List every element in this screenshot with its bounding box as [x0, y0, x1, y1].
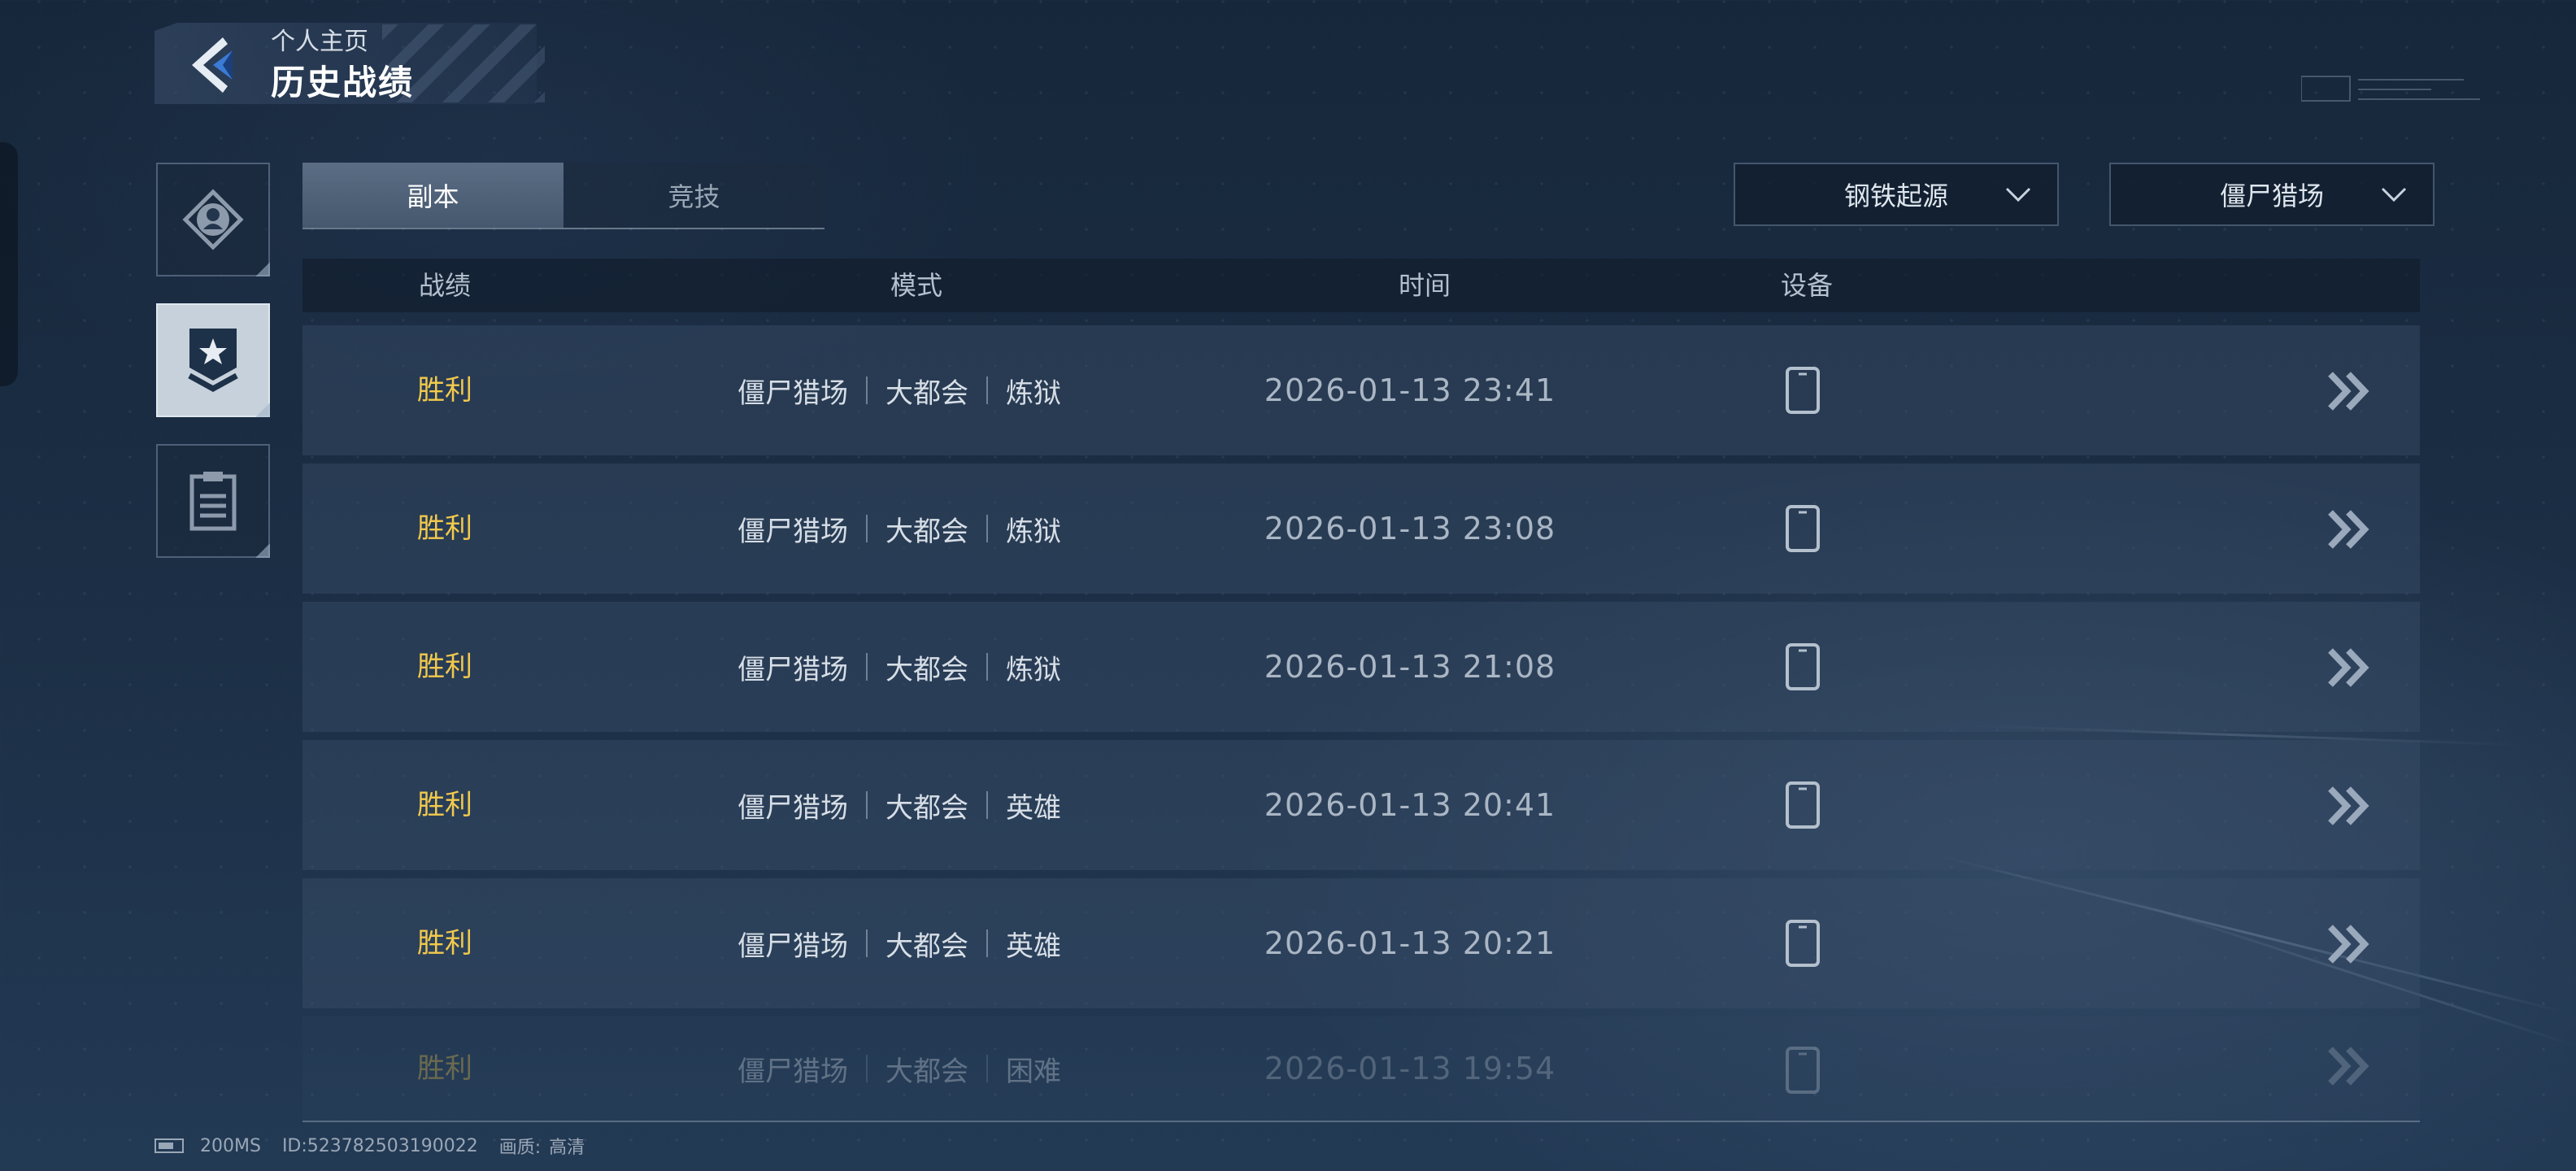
phone-icon — [1786, 781, 1820, 829]
double-chevron-right-icon[interactable] — [2326, 647, 2374, 688]
header-device: 设备 — [1780, 270, 1833, 301]
double-chevron-right-icon[interactable] — [2326, 1046, 2374, 1086]
match-result: 胜利 — [417, 651, 472, 683]
mode-map: 大都会 — [886, 791, 968, 825]
mode-tabs: 副本 竞技 — [302, 163, 825, 229]
table-row[interactable]: 胜利 僵尸猎场 大都会 困难 2026-01-13 19:54 — [302, 1016, 2420, 1121]
side-tab-profile[interactable] — [156, 163, 270, 276]
match-result: 胜利 — [417, 374, 472, 407]
separator — [866, 929, 868, 957]
mode-map: 大都会 — [886, 377, 968, 410]
mode-filter-dropdown[interactable]: 僵尸猎场 — [2109, 163, 2435, 226]
header-result: 战绩 — [418, 270, 471, 301]
separator — [986, 929, 988, 957]
header-subtitle: 个人主页 — [271, 28, 368, 56]
clipboard-icon — [189, 472, 237, 531]
map-filter-value: 钢铁起源 — [1843, 181, 1948, 211]
separator — [986, 653, 988, 681]
double-chevron-right-icon[interactable] — [2326, 924, 2374, 964]
mode-type: 僵尸猎场 — [738, 515, 848, 548]
status-bar: 200MS ID:523782503190022 画质: 高清 — [154, 1133, 606, 1159]
match-result: 胜利 — [417, 927, 472, 960]
mode-map: 大都会 — [886, 515, 968, 548]
phone-icon — [1786, 920, 1820, 967]
double-chevron-right-icon[interactable] — [2326, 371, 2374, 411]
mode-map: 大都会 — [886, 653, 968, 686]
hud-decoration — [2301, 76, 2480, 102]
separator — [866, 653, 868, 681]
table-row[interactable]: 胜利 僵尸猎场 大都会 英雄 2026-01-13 20:41 — [302, 740, 2420, 870]
mode-map: 大都会 — [886, 1055, 968, 1088]
quality-value: 高清 — [549, 1138, 585, 1158]
mode-difficulty: 英雄 — [1006, 791, 1061, 825]
quality-label: 画质: — [498, 1138, 542, 1158]
mode-type: 僵尸猎场 — [738, 929, 848, 963]
chevron-down-icon — [2005, 187, 2031, 202]
match-time: 2026-01-13 23:08 — [1264, 511, 1556, 546]
chevron-down-icon — [2381, 187, 2407, 202]
table-row[interactable]: 胜利 僵尸猎场 大都会 炼狱 2026-01-13 23:08 — [302, 464, 2420, 594]
page-title: 历史战绩 — [271, 63, 415, 102]
phone-icon — [1786, 643, 1820, 690]
separator — [866, 1055, 868, 1082]
profile-badge-icon — [182, 189, 244, 250]
tab-corner — [255, 262, 270, 276]
separator — [986, 377, 988, 404]
back-button[interactable] — [181, 33, 246, 98]
phone-icon — [1786, 505, 1820, 552]
phone-icon — [1786, 367, 1820, 414]
match-time: 2026-01-13 23:41 — [1264, 372, 1556, 408]
table-header: 战绩 模式 时间 设备 — [302, 259, 2420, 312]
player-id: ID:523782503190022 — [281, 1135, 478, 1156]
mode-difficulty: 困难 — [1006, 1055, 1061, 1088]
mode-type: 僵尸猎场 — [738, 653, 848, 686]
mode-difficulty: 炼狱 — [1006, 653, 1061, 686]
tab-corner — [255, 543, 270, 558]
table-row[interactable]: 胜利 僵尸猎场 大都会 炼狱 2026-01-13 21:08 — [302, 602, 2420, 732]
rank-badge-icon — [188, 329, 238, 392]
mode-type: 僵尸猎场 — [738, 791, 848, 825]
divider — [302, 1121, 2420, 1122]
separator — [866, 791, 868, 819]
tab-competitive[interactable]: 竞技 — [564, 163, 825, 228]
mode-map: 大都会 — [886, 929, 968, 963]
separator — [866, 515, 868, 542]
mode-difficulty: 炼狱 — [1006, 377, 1061, 410]
match-time: 2026-01-13 19:54 — [1264, 1051, 1556, 1086]
match-result: 胜利 — [417, 1052, 472, 1085]
match-result: 胜利 — [417, 789, 472, 821]
side-tab-history[interactable] — [156, 303, 270, 417]
phone-icon — [1786, 1047, 1820, 1094]
tab-dungeon[interactable]: 副本 — [302, 163, 564, 228]
header-time: 时间 — [1398, 270, 1451, 301]
double-chevron-right-icon[interactable] — [2326, 786, 2374, 826]
match-time: 2026-01-13 20:21 — [1264, 925, 1556, 961]
separator — [986, 1055, 988, 1082]
table-row[interactable]: 胜利 僵尸猎场 大都会 英雄 2026-01-13 20:21 — [302, 878, 2420, 1008]
table-row[interactable]: 胜利 僵尸猎场 大都会 炼狱 2026-01-13 23:41 — [302, 325, 2420, 455]
mode-difficulty: 英雄 — [1006, 929, 1061, 963]
ping-value: 200MS — [200, 1135, 261, 1156]
separator — [986, 791, 988, 819]
separator — [986, 515, 988, 542]
match-time: 2026-01-13 20:41 — [1264, 787, 1556, 823]
mode-difficulty: 炼狱 — [1006, 515, 1061, 548]
back-arrow-icon — [192, 37, 233, 93]
tab-corner — [255, 403, 270, 417]
side-tab-records[interactable] — [156, 444, 270, 558]
left-edge-handle[interactable] — [0, 142, 18, 386]
match-result: 胜利 — [417, 512, 472, 545]
mode-type: 僵尸猎场 — [738, 377, 848, 410]
separator — [866, 377, 868, 404]
map-filter-dropdown[interactable]: 钢铁起源 — [1734, 163, 2059, 226]
mode-type: 僵尸猎场 — [738, 1055, 848, 1088]
mode-filter-value: 僵尸猎场 — [2219, 181, 2324, 211]
match-time: 2026-01-13 21:08 — [1264, 649, 1556, 685]
battery-icon — [154, 1138, 184, 1153]
double-chevron-right-icon[interactable] — [2326, 509, 2374, 550]
header-mode: 模式 — [890, 270, 942, 301]
